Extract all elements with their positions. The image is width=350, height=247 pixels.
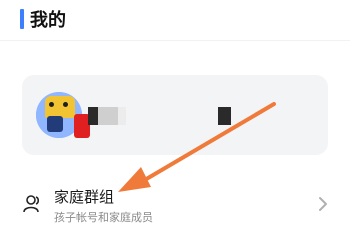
header-divider	[0, 40, 350, 41]
family-group-row[interactable]: 家庭群组 孩子帐号和家庭成员	[0, 176, 350, 232]
family-user-icon	[23, 195, 40, 213]
title-accent-bar	[20, 9, 24, 29]
page-header: 我的	[20, 7, 66, 31]
page-title: 我的	[30, 10, 66, 31]
chevron-right-icon	[319, 197, 327, 211]
redacted-name	[88, 107, 128, 125]
profile-card[interactable]	[22, 75, 328, 155]
family-group-label: 家庭群组	[54, 188, 115, 206]
family-group-subtitle: 孩子帐号和家庭成员	[54, 211, 153, 224]
redacted-info	[218, 107, 231, 125]
